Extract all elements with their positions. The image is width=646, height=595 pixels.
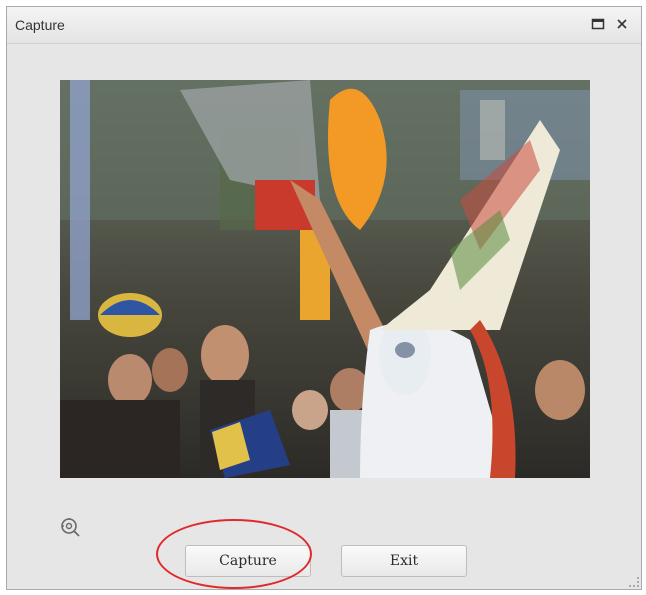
exit-button[interactable]: Exit	[341, 545, 467, 577]
camera-preview	[60, 80, 590, 478]
camera-settings-button[interactable]	[57, 514, 83, 540]
maximize-button[interactable]	[587, 13, 609, 35]
maximize-icon	[591, 18, 605, 30]
camera-settings-icon	[61, 518, 80, 537]
title-bar[interactable]: Capture	[7, 7, 641, 44]
capture-dialog: Capture Capture Exit	[6, 6, 642, 590]
window-title: Capture	[15, 17, 65, 33]
close-icon	[617, 19, 627, 29]
resize-grip[interactable]	[629, 577, 639, 587]
capture-button[interactable]: Capture	[185, 545, 311, 577]
close-button[interactable]	[611, 13, 633, 35]
